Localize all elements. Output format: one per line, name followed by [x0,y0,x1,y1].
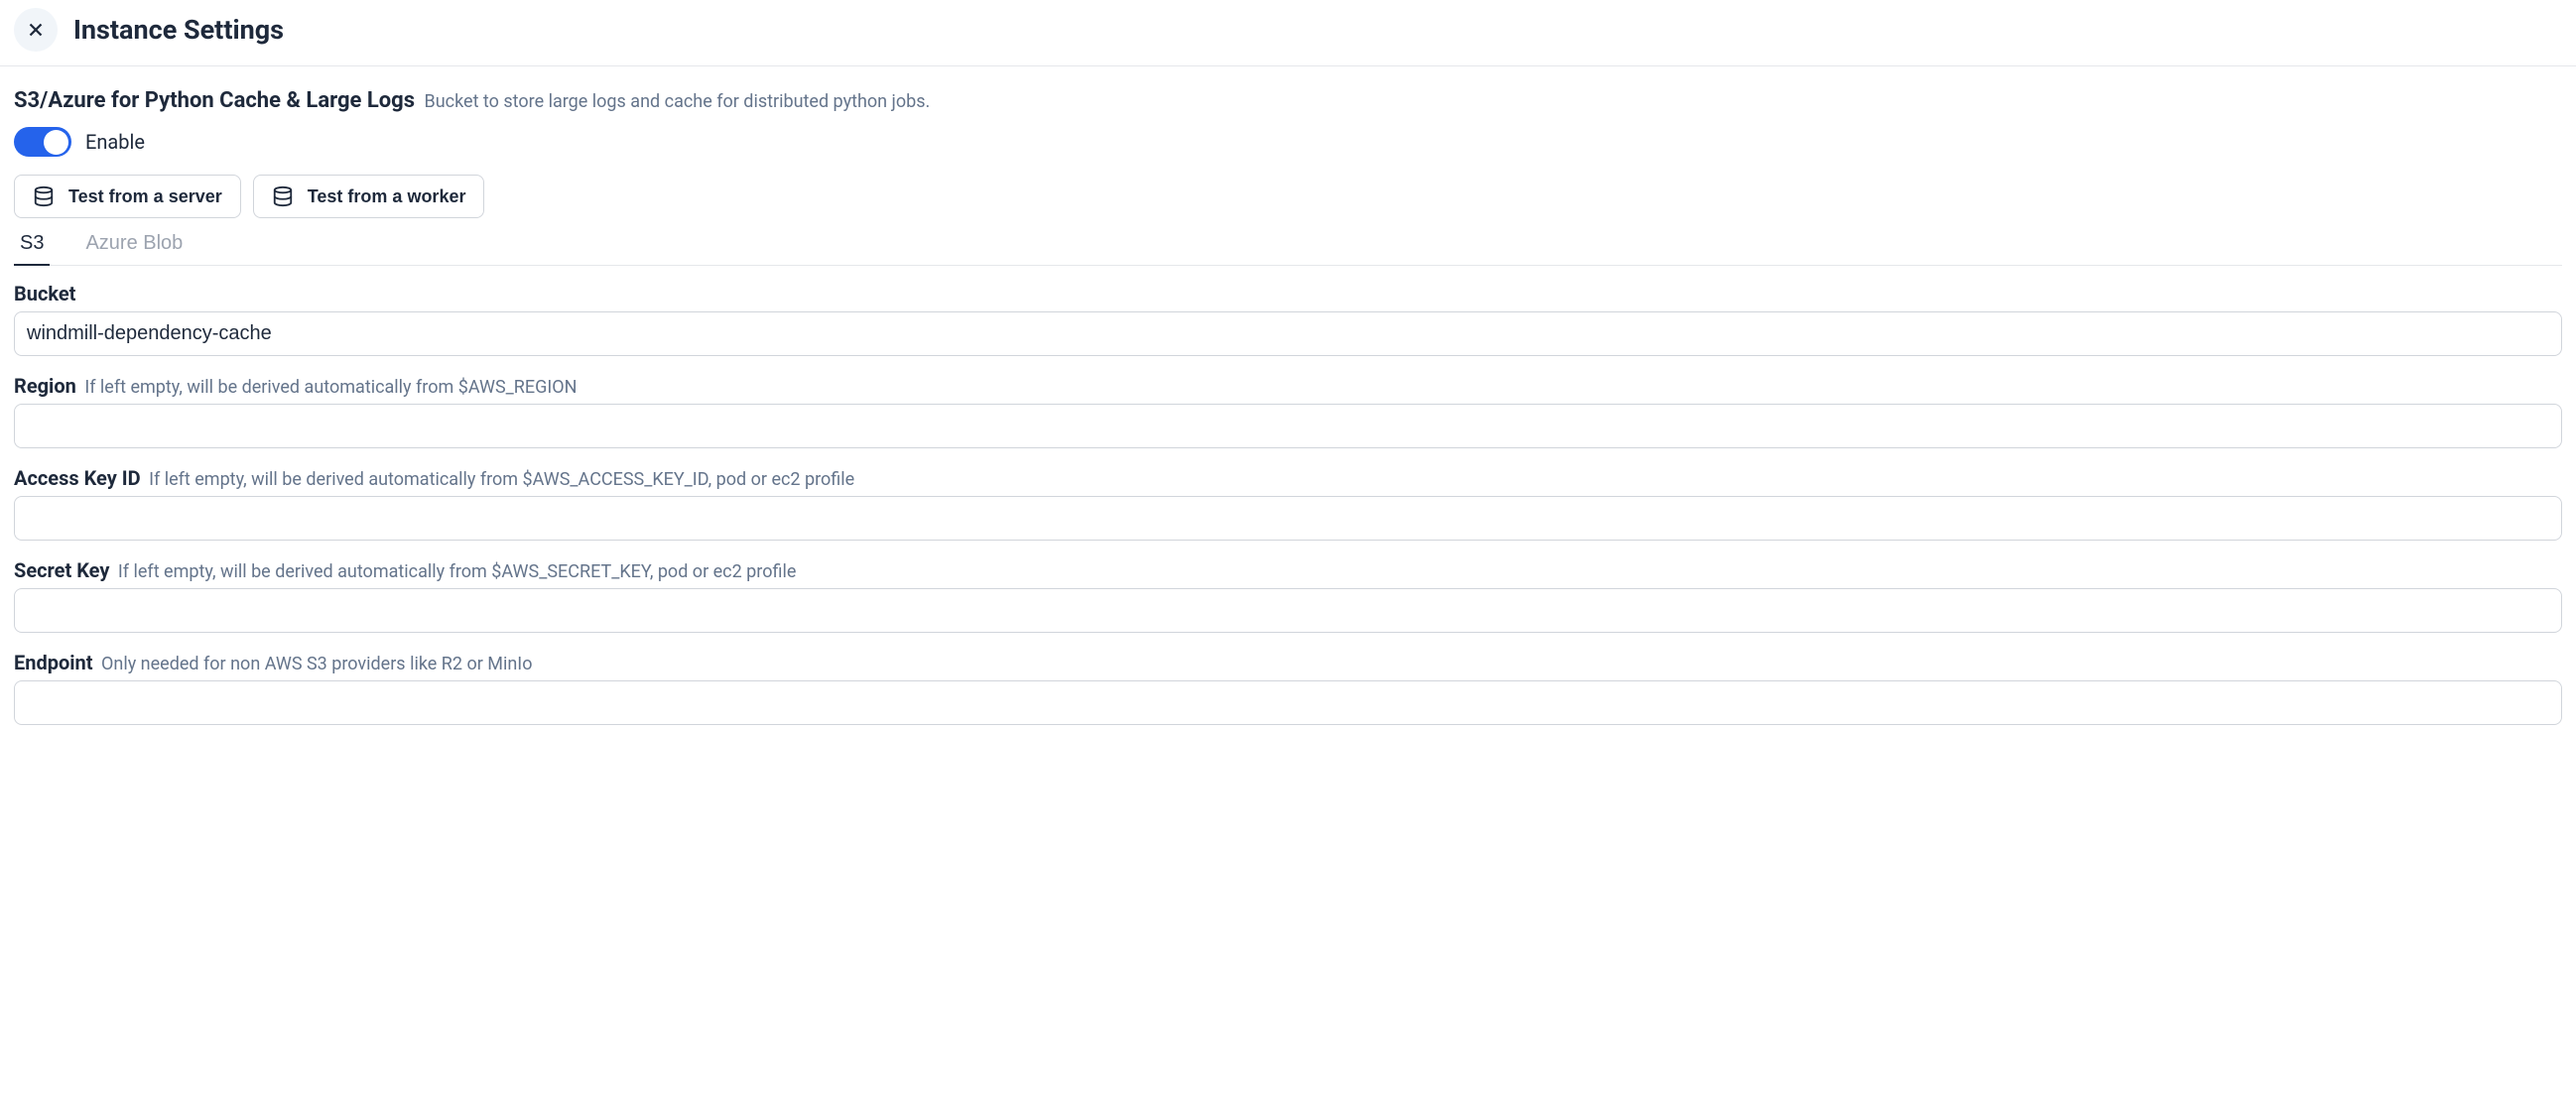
close-icon [25,19,47,41]
secret-key-input[interactable] [14,588,2562,633]
field-access-key-id: Access Key ID If left empty, will be der… [14,466,2562,541]
tabs: S3 Azure Blob [14,224,2562,266]
section-header: S3/Azure for Python Cache & Large Logs B… [14,88,2562,113]
access-key-id-hint: If left empty, will be derived automatic… [149,469,854,490]
database-icon [33,185,55,207]
endpoint-input[interactable] [14,680,2562,725]
tab-s3[interactable]: S3 [14,224,50,265]
region-input[interactable] [14,404,2562,448]
close-button[interactable] [14,8,58,52]
database-icon [272,185,294,207]
toggle-knob [44,130,68,155]
page-title: Instance Settings [73,14,284,46]
tab-azure-blob[interactable]: Azure Blob [79,224,189,265]
secret-key-hint: If left empty, will be derived automatic… [118,561,797,582]
field-secret-key: Secret Key If left empty, will be derive… [14,558,2562,633]
header: Instance Settings [0,0,2576,66]
section-title: S3/Azure for Python Cache & Large Logs [14,88,415,113]
field-region: Region If left empty, will be derived au… [14,374,2562,448]
section-subtitle: Bucket to store large logs and cache for… [425,91,931,112]
button-row: Test from a server Test from a worker [14,175,2562,218]
access-key-id-label: Access Key ID [14,466,141,490]
content: S3/Azure for Python Cache & Large Logs B… [0,66,2576,765]
toggle-label: Enable [85,130,145,154]
region-label: Region [14,374,76,398]
test-server-label: Test from a server [68,186,222,207]
endpoint-label: Endpoint [14,651,93,674]
region-hint: If left empty, will be derived automatic… [84,377,577,398]
test-from-worker-button[interactable]: Test from a worker [253,175,485,218]
field-endpoint: Endpoint Only needed for non AWS S3 prov… [14,651,2562,725]
bucket-input[interactable] [14,311,2562,356]
field-bucket: Bucket [14,282,2562,356]
bucket-label: Bucket [14,282,75,305]
access-key-id-input[interactable] [14,496,2562,541]
test-worker-label: Test from a worker [308,186,466,207]
endpoint-hint: Only needed for non AWS S3 providers lik… [101,654,532,674]
enable-toggle[interactable] [14,127,71,157]
secret-key-label: Secret Key [14,558,109,582]
test-from-server-button[interactable]: Test from a server [14,175,241,218]
toggle-row: Enable [14,127,2562,157]
